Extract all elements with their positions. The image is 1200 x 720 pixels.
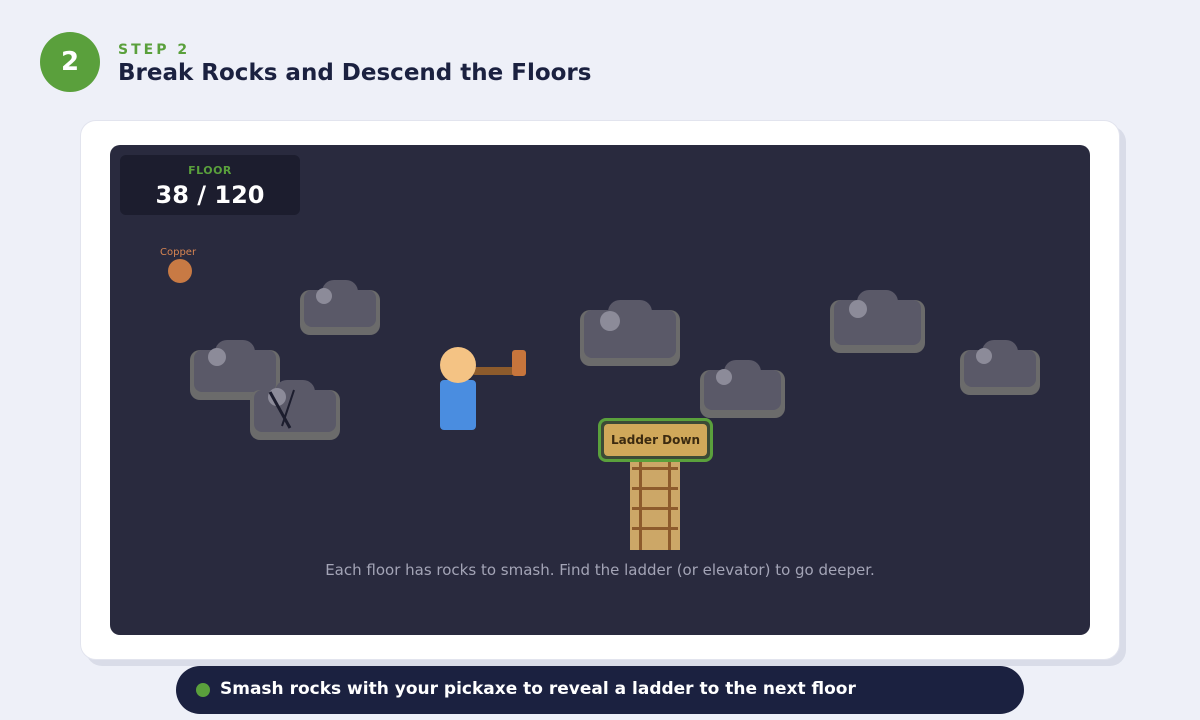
copper-ore-label: Copper: [160, 247, 197, 258]
ladder-rung: [632, 527, 678, 530]
floor-counter-value: 38 / 120: [155, 181, 265, 209]
rock[interactable]: [830, 290, 925, 353]
step-title: Break Rocks and Descend the Floors: [118, 60, 592, 86]
ladder-down-button[interactable]: Ladder Down: [598, 418, 713, 462]
ladder-down-label: Ladder Down: [604, 424, 707, 456]
rock[interactable]: [700, 360, 785, 418]
rock[interactable]: [960, 340, 1040, 395]
floor-counter: FLOOR 38 / 120: [120, 155, 300, 215]
cracked-rock[interactable]: [250, 380, 340, 440]
floor-counter-label: FLOOR: [188, 164, 232, 177]
crack-icon: [268, 389, 295, 429]
player-head: [440, 347, 476, 383]
ladder-shaft: [630, 456, 680, 550]
step-number-badge: 2: [40, 32, 100, 92]
ladder-rung: [632, 487, 678, 490]
tip-text: Smash rocks with your pickaxe to reveal …: [220, 679, 856, 699]
ladder-rail: [639, 456, 642, 550]
tip-banner: Smash rocks with your pickaxe to reveal …: [176, 666, 1024, 714]
ladder-rung: [632, 467, 678, 470]
tip-bullet-icon: [196, 683, 210, 697]
rock[interactable]: [300, 280, 380, 335]
pickaxe-handle: [472, 367, 516, 375]
floor-hint-text: Each floor has rocks to smash. Find the …: [325, 561, 875, 579]
ladder-rung: [632, 507, 678, 510]
pickaxe-icon: [512, 350, 526, 376]
mine-floor-stage: FLOOR 38 / 120 Copper Ladder Down Each f…: [110, 145, 1090, 635]
step-label: STEP 2: [118, 42, 191, 58]
rock[interactable]: [580, 300, 680, 366]
player-body: [440, 380, 476, 430]
copper-ore-node[interactable]: [168, 259, 192, 283]
ladder-rail: [668, 456, 671, 550]
